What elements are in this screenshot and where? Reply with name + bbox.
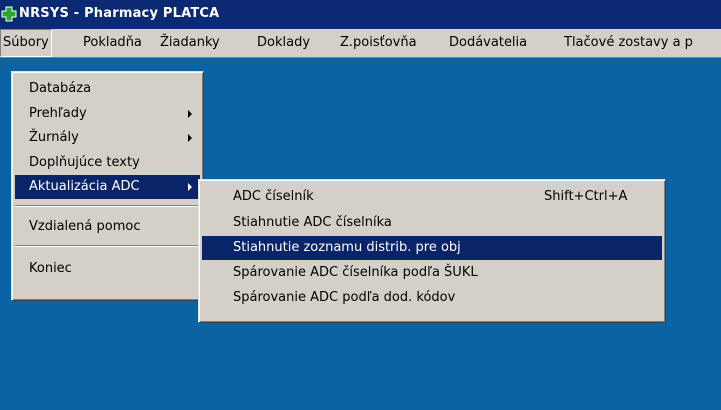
menu-item-label: Databáza	[29, 81, 92, 96]
menu-item-label: Koniec	[29, 261, 72, 276]
menu-doklady[interactable]: Doklady	[254, 29, 313, 57]
title-bar[interactable]: NRSYS - Pharmacy PLATCA	[0, 0, 721, 29]
menu-item-label: Doplňujúce texty	[29, 155, 140, 170]
menu-item-label: Spárovanie ADC číselníka podľa ŠUKL	[233, 265, 478, 280]
menu-item-label: Prehľady	[29, 106, 87, 121]
menu-item-adc-ciselnik[interactable]: ADC číselník Shift+Ctrl+A	[202, 185, 662, 209]
menu-subory[interactable]: Súbory	[0, 29, 52, 57]
menu-item-stiahnutie-adc-ciselnika[interactable]: Stiahnutie ADC číselníka	[202, 211, 662, 235]
shortcut-label: Shift+Ctrl+A	[544, 189, 628, 204]
menu-item-aktualizacia-adc[interactable]: Aktualizácia ADC	[15, 175, 200, 199]
menu-dodavatelia[interactable]: Dodávatelia	[446, 29, 530, 57]
menu-pokladna[interactable]: Pokladňa	[80, 29, 145, 57]
menu-item-label: ADC číselník	[233, 189, 314, 204]
menu-zpoistovna[interactable]: Z.poisťovňa	[337, 29, 420, 57]
menu-tlacove-zostavy[interactable]: Tlačové zostavy a p	[561, 29, 696, 57]
app-cross-icon[interactable]	[1, 6, 17, 22]
menu-ziadanky[interactable]: Žiadanky	[157, 29, 223, 57]
chevron-right-icon	[188, 183, 192, 191]
menu-item-databaza[interactable]: Databáza	[15, 77, 200, 101]
adc-submenu: ADC číselník Shift+Ctrl+A Stiahnutie ADC…	[198, 179, 666, 323]
menu-item-vzdialena-pomoc[interactable]: Vzdialená pomoc	[15, 215, 200, 239]
menu-item-stiahnutie-zoznamu-distrib[interactable]: Stiahnutie zoznamu distrib. pre obj	[202, 236, 662, 260]
menu-item-label: Vzdialená pomoc	[29, 219, 141, 234]
menu-item-sparovanie-adc-sukl[interactable]: Spárovanie ADC číselníka podľa ŠUKL	[202, 261, 662, 285]
menu-separator	[15, 205, 200, 207]
subory-dropdown: Databáza Prehľady Žurnály Doplňujúce tex…	[11, 71, 204, 301]
menu-item-doplnujuce-texty[interactable]: Doplňujúce texty	[15, 151, 200, 175]
chevron-right-icon	[188, 110, 192, 118]
menu-separator	[15, 245, 200, 247]
menu-bar: Súbory Pokladňa Žiadanky Doklady Z.poisť…	[0, 29, 721, 58]
menu-item-label: Aktualizácia ADC	[29, 179, 140, 194]
menu-item-prehlady[interactable]: Prehľady	[15, 102, 200, 126]
chevron-right-icon	[188, 134, 192, 142]
menu-item-label: Stiahnutie ADC číselníka	[233, 215, 392, 230]
menu-item-koniec[interactable]: Koniec	[15, 257, 200, 281]
window-title: NRSYS - Pharmacy PLATCA	[19, 6, 220, 21]
menu-item-label: Žurnály	[29, 130, 79, 145]
menu-item-zurnaly[interactable]: Žurnály	[15, 126, 200, 150]
menu-item-label: Spárovanie ADC podľa dod. kódov	[233, 290, 456, 305]
menu-item-sparovanie-adc-dod-kodov[interactable]: Spárovanie ADC podľa dod. kódov	[202, 286, 662, 310]
menu-item-label: Stiahnutie zoznamu distrib. pre obj	[233, 240, 461, 255]
